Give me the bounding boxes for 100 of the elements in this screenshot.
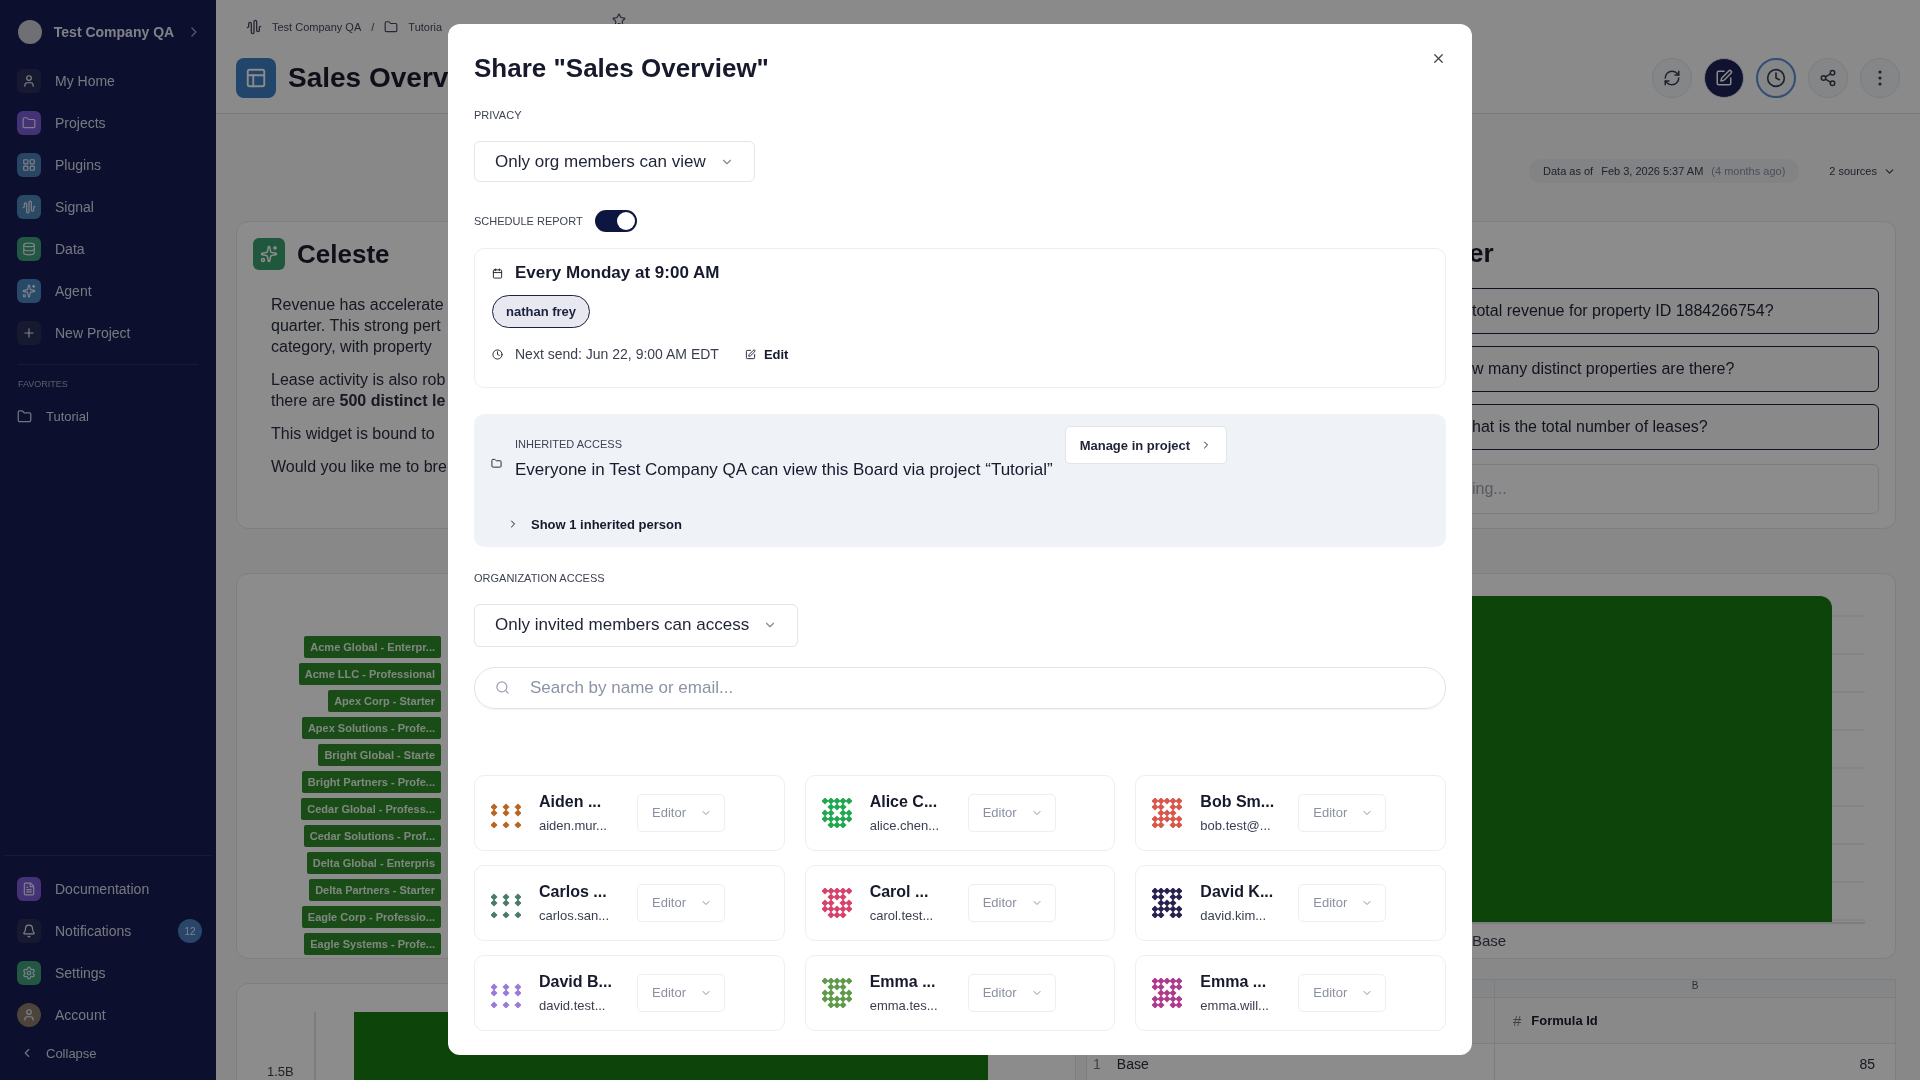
summary-text: Lease activity is also rob (271, 370, 446, 390)
member-name: David K... (1200, 883, 1275, 901)
breadcrumb-link[interactable]: Tutoria (408, 21, 443, 33)
member-name: Aiden ... (539, 793, 603, 811)
axis-label: Base (1472, 932, 1508, 949)
organization-access-dropdown[interactable]: Only invited members can access (474, 603, 799, 647)
category-label: Acme LLC - Professional (298, 663, 441, 685)
sidebar-item[interactable]: Signal (55, 199, 94, 215)
category-label: Apex Corp - Starter (328, 690, 441, 712)
sparkles-icon[interactable] (17, 279, 41, 303)
share-icon (1819, 69, 1837, 87)
recipient-chip[interactable]: nathan frey (492, 295, 591, 329)
refresh-button[interactable] (1652, 58, 1692, 98)
database-icon[interactable] (17, 237, 41, 261)
row-number: 1 (1093, 1056, 1101, 1072)
sidebar-item[interactable]: Documentation (55, 881, 150, 897)
workspace-avatar (18, 20, 42, 44)
member-email: carol.test... (869, 908, 935, 923)
calendar-icon (492, 267, 503, 279)
role-dropdown[interactable]: Editor (637, 794, 725, 832)
section-label: PRIVACY (474, 109, 523, 121)
member-email: emma.will... (1200, 998, 1270, 1013)
category-label: Apex Solutions - Profe... (301, 717, 441, 739)
gear-icon[interactable] (17, 961, 41, 985)
grid-icon[interactable] (17, 153, 41, 177)
edit-button[interactable] (1704, 58, 1744, 98)
member-name: David B... (539, 973, 613, 991)
breadcrumb-link[interactable]: Test Company QA (272, 21, 362, 33)
sidebar-item[interactable]: Data (55, 241, 85, 257)
sidebar-item[interactable]: Account (55, 1007, 106, 1023)
column-letter: B (1494, 980, 1895, 998)
sidebar-item[interactable]: Notifications (55, 923, 132, 939)
dialog-title: Share "Sales Overview" (474, 52, 769, 84)
bell-icon[interactable] (17, 919, 41, 943)
page-title: Sales Overv (288, 62, 449, 94)
sidebar-item[interactable]: Plugins (55, 157, 101, 173)
category-label: Delta Partners - Starter (309, 879, 441, 901)
category-label: Delta Global - Enterpris (306, 852, 441, 874)
refresh-icon (1663, 69, 1681, 87)
pencil-icon (1715, 69, 1733, 87)
role-dropdown[interactable]: Editor (1298, 974, 1387, 1012)
clock-icon (1766, 68, 1786, 88)
role-dropdown[interactable]: Editor (967, 794, 1056, 832)
search-input[interactable]: Search by name or email... (528, 676, 1425, 699)
sidebar-item[interactable]: Agent (55, 283, 92, 299)
axis-tick: 1.5B (267, 1064, 294, 1079)
summary-text: quarter. This strong pert (271, 316, 441, 336)
role-dropdown[interactable]: Editor (1298, 884, 1387, 922)
member-email: bob.test@... (1200, 818, 1272, 833)
account-avatar[interactable] (17, 1003, 41, 1027)
clock-icon (492, 348, 503, 360)
column-header[interactable]: Formula Id (1531, 1013, 1598, 1028)
section-label: ORGANIZATION ACCESS (474, 571, 606, 584)
table-cell: Base (1116, 1056, 1149, 1072)
manage-in-project-button[interactable]: Manage in project (1064, 426, 1228, 465)
member-name: Carlos ... (539, 883, 608, 901)
member-name: Carol ... (869, 883, 930, 901)
favorite-item[interactable]: Tutorial (46, 408, 89, 424)
folder-icon[interactable] (17, 111, 41, 135)
summary-text: Would you like me to bre (271, 457, 447, 477)
clock-button[interactable] (1756, 58, 1796, 98)
member-email: alice.chen... (869, 818, 941, 833)
member-email: aiden.mur... (539, 818, 608, 833)
folder-icon (491, 458, 502, 470)
workspace-name[interactable]: Test Company QA (53, 24, 175, 40)
role-dropdown[interactable]: Editor (1298, 794, 1387, 832)
category-label: Eagle Systems - Profe... (304, 933, 441, 955)
schedule-frequency: Every Monday at 9:00 AM (515, 263, 720, 284)
sidebar-item[interactable]: My Home (55, 73, 115, 89)
member-name: Alice C... (869, 793, 939, 811)
inherited-message: Everyone in Test Company QA can view this Board via project “Tutorial” (515, 460, 1053, 481)
sidebar-item[interactable]: Settings (55, 965, 106, 981)
waveform-icon[interactable] (17, 195, 41, 219)
user-icon[interactable] (17, 69, 41, 93)
category-label: Bright Global - Starte (318, 744, 441, 766)
collapse-link[interactable]: Collapse (46, 1045, 97, 1061)
share-button[interactable] (1808, 58, 1848, 98)
more-icon (1878, 70, 1882, 86)
show-inherited-toggle[interactable]: Show 1 inherited person (491, 516, 682, 532)
role-dropdown[interactable]: Editor (967, 884, 1056, 922)
sparkle-icon (253, 238, 285, 270)
sources-dropdown[interactable]: 2 sources (1829, 164, 1896, 178)
edit-link[interactable]: Edit (744, 346, 789, 362)
sidebar-item[interactable]: New Project (55, 325, 131, 341)
category-label: Bright Partners - Profe... (301, 771, 441, 793)
schedule-toggle[interactable] (594, 210, 637, 233)
sidebar-item[interactable]: Projects (55, 115, 106, 131)
member-name: Bob Sm... (1200, 793, 1276, 811)
document-icon[interactable] (17, 877, 41, 901)
role-dropdown[interactable]: Editor (637, 884, 725, 922)
category-label: Cedar Global - Profess... (301, 798, 441, 820)
member-email: carlos.san... (539, 908, 611, 923)
role-dropdown[interactable]: Editor (637, 974, 725, 1012)
plus-icon[interactable] (17, 321, 41, 345)
member-email: david.test... (539, 998, 607, 1013)
star-icon[interactable] (612, 13, 627, 27)
privacy-dropdown[interactable]: Only org members can view (474, 141, 755, 183)
notification-badge: 12 (178, 919, 202, 943)
category-label: Eagle Corp - Professio... (301, 906, 441, 928)
role-dropdown[interactable]: Editor (967, 974, 1056, 1012)
